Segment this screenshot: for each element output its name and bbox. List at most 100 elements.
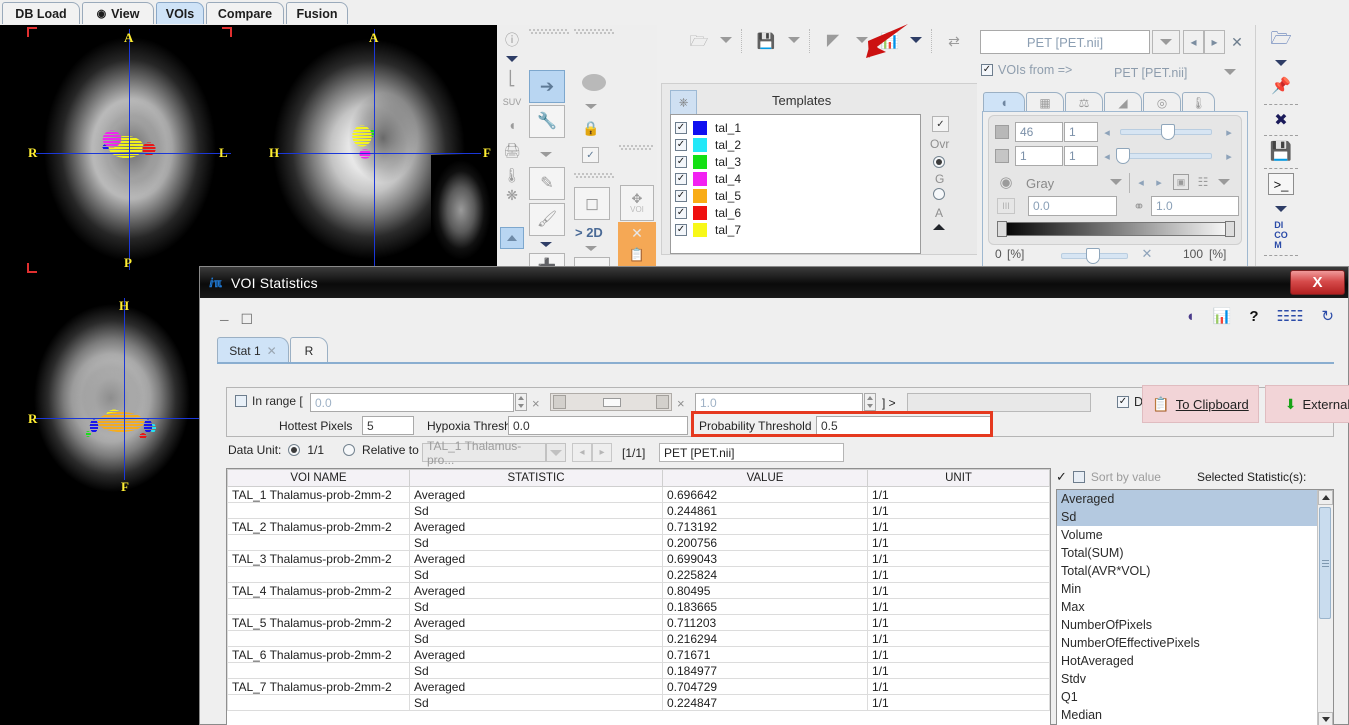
table-row[interactable]: TAL_3 Thalamus-prob-2mm-2 Averaged 0.69904… [227, 550, 1050, 567]
table-row[interactable]: Sd 0.184977 1/1 [227, 662, 1050, 679]
list-item[interactable]: ✓ tal_3 [671, 153, 920, 170]
table-row[interactable]: Sd 0.216294 1/1 [227, 630, 1050, 647]
scroll-up-button[interactable] [1318, 490, 1333, 505]
relative-next-button[interactable]: ▸ [592, 443, 612, 462]
list-item[interactable]: ✓ tal_2 [671, 136, 920, 153]
statistics-listbox[interactable]: Averaged Sd Volume Total(SUM) Total(AVR*VOL)… [1056, 489, 1334, 725]
tab-curve[interactable]: ◢ [1104, 92, 1142, 112]
close-button[interactable]: X [1290, 270, 1345, 295]
chevron-down-icon[interactable] [539, 149, 553, 159]
ellipse-tool[interactable] [580, 70, 608, 94]
list-item[interactable]: Volume [1057, 526, 1317, 544]
transfer-icon[interactable]: ⇄ [943, 31, 965, 51]
voi-delete-icon[interactable]: ✕ [629, 225, 645, 241]
pin-icon[interactable]: 📌 [1268, 75, 1294, 97]
statistics-table[interactable]: VOI NAME STATISTIC VALUE UNIT TAL_1 Thal… [226, 468, 1051, 725]
collapse-up-icon[interactable] [930, 220, 948, 234]
in-range-min-spinner[interactable] [515, 393, 527, 411]
list-item[interactable]: ✓ tal_1 [671, 119, 920, 136]
chevron-down-icon[interactable] [909, 34, 923, 46]
data-unit-absolute-radio[interactable] [288, 444, 301, 456]
list-item[interactable]: Stdv [1057, 670, 1317, 688]
tab-r[interactable]: R [290, 337, 328, 363]
collapse-up-icon[interactable] [500, 227, 524, 249]
colortable-prev-icon[interactable]: ◂ [1135, 175, 1147, 189]
column-header[interactable]: UNIT [867, 469, 1050, 487]
save-disk-icon[interactable]: 💾 [755, 31, 777, 51]
slice-frame-field[interactable]: 1 [1064, 122, 1098, 142]
frame-prev-icon[interactable]: ◂ [1101, 149, 1113, 163]
list-item[interactable]: Total(SUM) [1057, 544, 1317, 562]
statistics-scrollbar[interactable] [1317, 490, 1333, 725]
relative-to-combo[interactable]: TAL_1 Thalamus-pro... [422, 439, 546, 467]
dicom-icon[interactable]: DI CO M [1266, 220, 1296, 250]
table-row[interactable]: TAL_6 Thalamus-prob-2mm-2 Averaged 0.71671… [227, 646, 1050, 663]
tab-marker[interactable]: ⚖ [1065, 92, 1103, 112]
hypoxia-threshold-field[interactable]: 0.0 [508, 416, 688, 435]
tab-motion[interactable]: ◎ [1143, 92, 1181, 112]
template-checkbox[interactable]: ✓ [675, 138, 687, 151]
chevron-down-icon[interactable] [787, 34, 801, 46]
table-row[interactable]: Sd 0.225824 1/1 [227, 566, 1050, 583]
minimize-button[interactable]: ─ [220, 313, 229, 327]
table-row[interactable]: Sd 0.224847 1/1 [227, 694, 1050, 711]
table-row[interactable]: Sd 0.200756 1/1 [227, 534, 1050, 551]
dialog-titlebar[interactable]: ⅈℼ VOI Statistics X [200, 267, 1348, 298]
brush-tool[interactable]: 🖌 [529, 203, 565, 236]
grayscale-gradient-bar[interactable] [999, 222, 1235, 236]
relative-prev-button[interactable]: ◂ [572, 443, 592, 462]
chevron-down-icon[interactable] [505, 53, 519, 65]
printer-icon[interactable]: 🖨 [502, 140, 522, 160]
in-range-max-field[interactable]: 1.0 [695, 393, 863, 412]
tab-view[interactable]: ◉ View [82, 2, 154, 24]
tab-fusion[interactable]: Fusion [286, 2, 348, 24]
list-item[interactable]: Median [1057, 706, 1317, 724]
sagittal-view[interactable]: A H F [267, 25, 497, 274]
open-folder-icon[interactable]: 🗁 [1266, 29, 1296, 51]
region-tool[interactable]: ◻ [574, 187, 610, 220]
check-icon[interactable]: ✓ [1056, 469, 1067, 485]
info-icon[interactable]: ⓘ [501, 30, 523, 50]
palette-more-icon[interactable] [1217, 175, 1231, 189]
series-name-field[interactable]: PET [PET.nii] [980, 30, 1150, 54]
gradient-right-handle[interactable] [1225, 221, 1235, 237]
arrow-select-tool[interactable]: ➔ [529, 70, 565, 103]
template-checkbox[interactable]: ✓ [675, 189, 687, 202]
scrollbar-thumb[interactable] [1319, 507, 1331, 619]
series-dropdown-button[interactable] [1152, 30, 1180, 54]
chevron-down-icon[interactable] [719, 34, 733, 46]
template-checkbox[interactable]: ✓ [675, 155, 687, 168]
column-header[interactable]: STATISTIC [409, 469, 663, 487]
tab-vois[interactable]: VOIs [156, 2, 204, 24]
chevron-down-icon[interactable] [1272, 56, 1290, 70]
vois-from-dropdown-icon[interactable] [1222, 65, 1238, 79]
in-range-max-spinner[interactable] [864, 393, 876, 411]
list-item[interactable]: Sd [1057, 508, 1317, 526]
chevron-down-icon[interactable] [584, 101, 598, 111]
tab-thermo[interactable]: 🌡 [1182, 92, 1215, 112]
table-row[interactable]: TAL_7 Thalamus-prob-2mm-2 Averaged 0.70472… [227, 678, 1050, 695]
in-range-min-field[interactable]: 0.0 [310, 393, 514, 412]
list-item[interactable]: Min [1057, 580, 1317, 598]
voi-move-icon[interactable]: ✥ VOI [620, 185, 654, 221]
table-row[interactable]: TAL_2 Thalamus-prob-2mm-2 Averaged 0.71319… [227, 518, 1050, 535]
list-item[interactable]: Averaged [1057, 490, 1317, 508]
table-row[interactable]: TAL_4 Thalamus-prob-2mm-2 Averaged 0.80495… [227, 582, 1050, 599]
table-row[interactable]: Sd 0.244861 1/1 [227, 502, 1050, 519]
list-item[interactable]: ✓ tal_7 [671, 221, 920, 238]
templates-list[interactable]: ✓ tal_1 ✓ tal_2 ✓ tal_3 ✓ tal_4 ✓ tal_5 … [670, 114, 921, 254]
range-slider[interactable] [550, 393, 672, 411]
overlay-radio-a[interactable] [933, 188, 945, 203]
table-row[interactable]: TAL_1 Thalamus-prob-2mm-2 Averaged 0.69664… [227, 486, 1050, 503]
series-close-icon[interactable]: ✕ [1227, 33, 1247, 51]
vois-from-checkbox[interactable]: ✓ [981, 64, 993, 76]
voi-copy-icon[interactable]: 📋 [629, 247, 645, 263]
save-disk-icon[interactable]: 💾 [1268, 139, 1294, 163]
window-min-field[interactable]: 0.0 [1028, 196, 1117, 216]
series-prev-button[interactable]: ◂ [1183, 30, 1204, 54]
open-folder-icon[interactable]: 🗁 [687, 31, 711, 51]
slice-next-icon[interactable]: ▸ [1223, 125, 1235, 139]
shuffle-icon[interactable]: ✖ [1268, 109, 1294, 131]
compare-icon[interactable]: ☷☷ [1277, 307, 1304, 325]
window-max-field[interactable]: 1.0 [1151, 196, 1239, 216]
